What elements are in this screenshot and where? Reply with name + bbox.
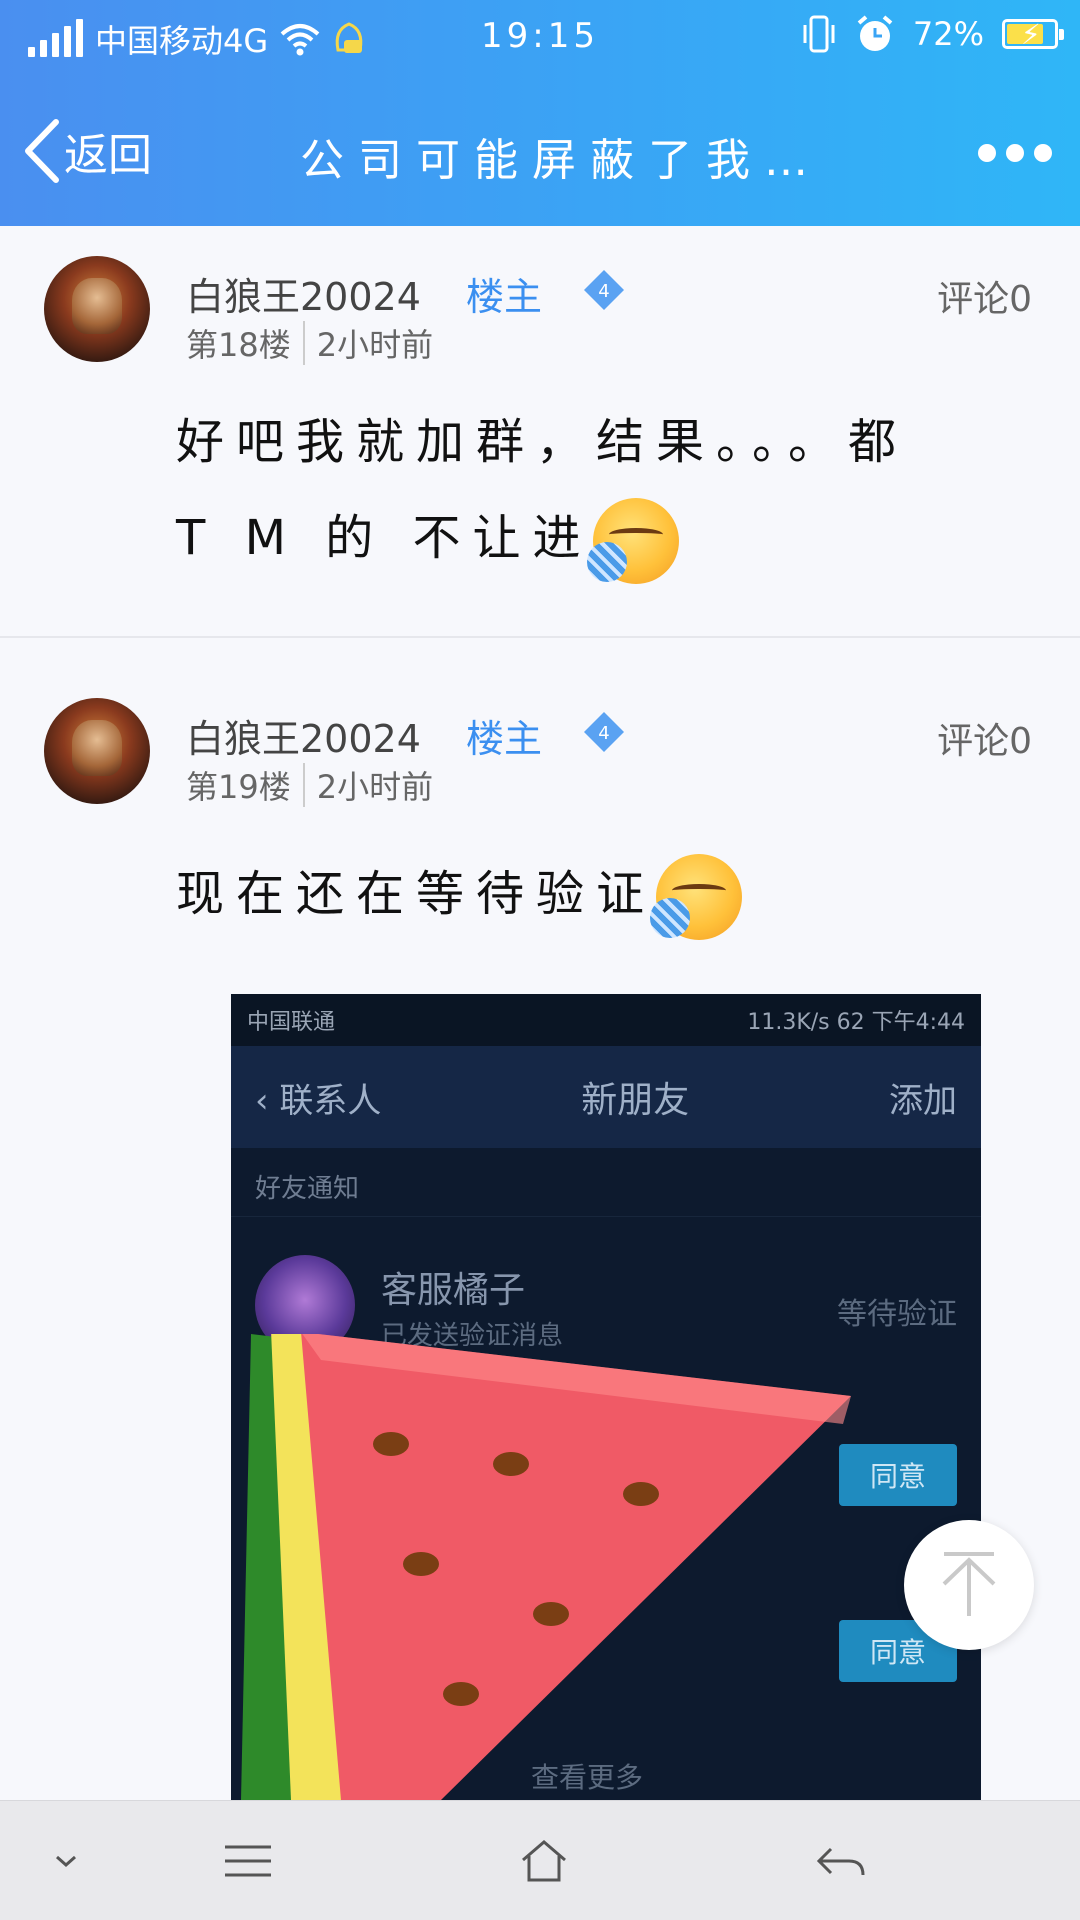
op-tag: 楼主	[466, 275, 543, 319]
post-text-line: 现在还在等待验证	[176, 866, 657, 922]
image-contact-status: 等待验证	[837, 1297, 957, 1332]
angry-face-emoji	[650, 854, 743, 940]
post-text-line: 好吧我就加群，结果。。。都	[176, 414, 909, 470]
image-title: 新朋友	[581, 1080, 690, 1121]
scroll-to-top-button[interactable]	[904, 1520, 1034, 1650]
battery-percent: 72%	[912, 15, 984, 53]
chevron-down-icon[interactable]	[36, 1831, 96, 1891]
divider	[0, 636, 1080, 638]
status-bar: 中国移动4G 19:15 72% ⚡	[0, 0, 1080, 72]
svg-text:4: 4	[598, 281, 609, 302]
back-button[interactable]: 返回	[22, 118, 152, 184]
page-title: 公司可能屏蔽了我…	[300, 135, 822, 186]
comment-count[interactable]: 评论0	[937, 712, 1032, 764]
bottom-bar	[0, 1800, 1080, 1920]
image-contact-name: 客服橘子	[381, 1270, 526, 1311]
image-add-label: 添加	[888, 1080, 957, 1121]
post-floor-18: 白狼王20024 楼主 4 第18楼 2小时前 评论0 好吧我就加群，结果。。。…	[0, 226, 1080, 636]
level-badge-icon: 4	[584, 270, 624, 310]
angry-face-emoji	[586, 498, 679, 584]
back-arrow-icon[interactable]	[810, 1831, 870, 1891]
post-text: 现在还在等待验证	[176, 846, 743, 942]
post-meta: 第19楼 2小时前	[186, 762, 433, 808]
avatar[interactable]	[44, 698, 150, 804]
avatar[interactable]	[44, 256, 150, 362]
watermelon-sticker	[241, 1334, 851, 1800]
vibrate-icon	[803, 15, 835, 53]
post-image[interactable]: 中国联通 11.3K/s 62 下午4:44 ‹ 联系人 新朋友 添加 好友通知…	[231, 994, 981, 1800]
navbar: 返回 公司可能屏蔽了我…	[0, 100, 1080, 210]
back-label: 返回	[64, 130, 152, 181]
floor-number: 第18楼	[186, 326, 291, 364]
home-icon[interactable]	[514, 1831, 574, 1891]
post-time: 2小时前	[316, 768, 434, 806]
arrow-up-icon	[942, 1552, 996, 1616]
image-more-label: 查看更多	[531, 1761, 644, 1794]
image-status-right: 11.3K/s 62 下午4:44	[747, 1010, 965, 1035]
comment-count[interactable]: 评论0	[937, 270, 1032, 322]
image-navbar: ‹ 联系人 新朋友 添加	[231, 1046, 981, 1148]
username[interactable]: 白狼王20024	[186, 266, 421, 321]
header: 中国移动4G 19:15 72% ⚡ 返回 公司可能屏蔽了我…	[0, 0, 1080, 226]
username[interactable]: 白狼王20024	[186, 708, 421, 763]
level-badge-icon: 4	[584, 712, 624, 752]
post-text-line: T M 的 不让进	[176, 510, 593, 566]
more-dots-icon[interactable]	[978, 144, 1052, 162]
svg-text:4: 4	[598, 723, 609, 744]
floor-number: 第19楼	[186, 768, 291, 806]
alarm-icon	[857, 15, 893, 51]
battery-icon: ⚡	[1002, 18, 1064, 51]
post-text: 好吧我就加群，结果。。。都 T M 的 不让进	[176, 394, 908, 586]
image-status-bar: 中国联通 11.3K/s 62 下午4:44	[231, 994, 981, 1046]
image-carrier: 中国联通	[247, 1010, 336, 1035]
op-tag: 楼主	[466, 717, 543, 761]
menu-icon[interactable]	[218, 1831, 278, 1891]
image-section-label: 好友通知	[231, 1148, 981, 1216]
image-back-label: ‹ 联系人	[255, 1080, 382, 1121]
post-meta: 第18楼 2小时前	[186, 320, 433, 366]
chevron-left-icon	[25, 119, 59, 183]
post-time: 2小时前	[316, 326, 434, 364]
